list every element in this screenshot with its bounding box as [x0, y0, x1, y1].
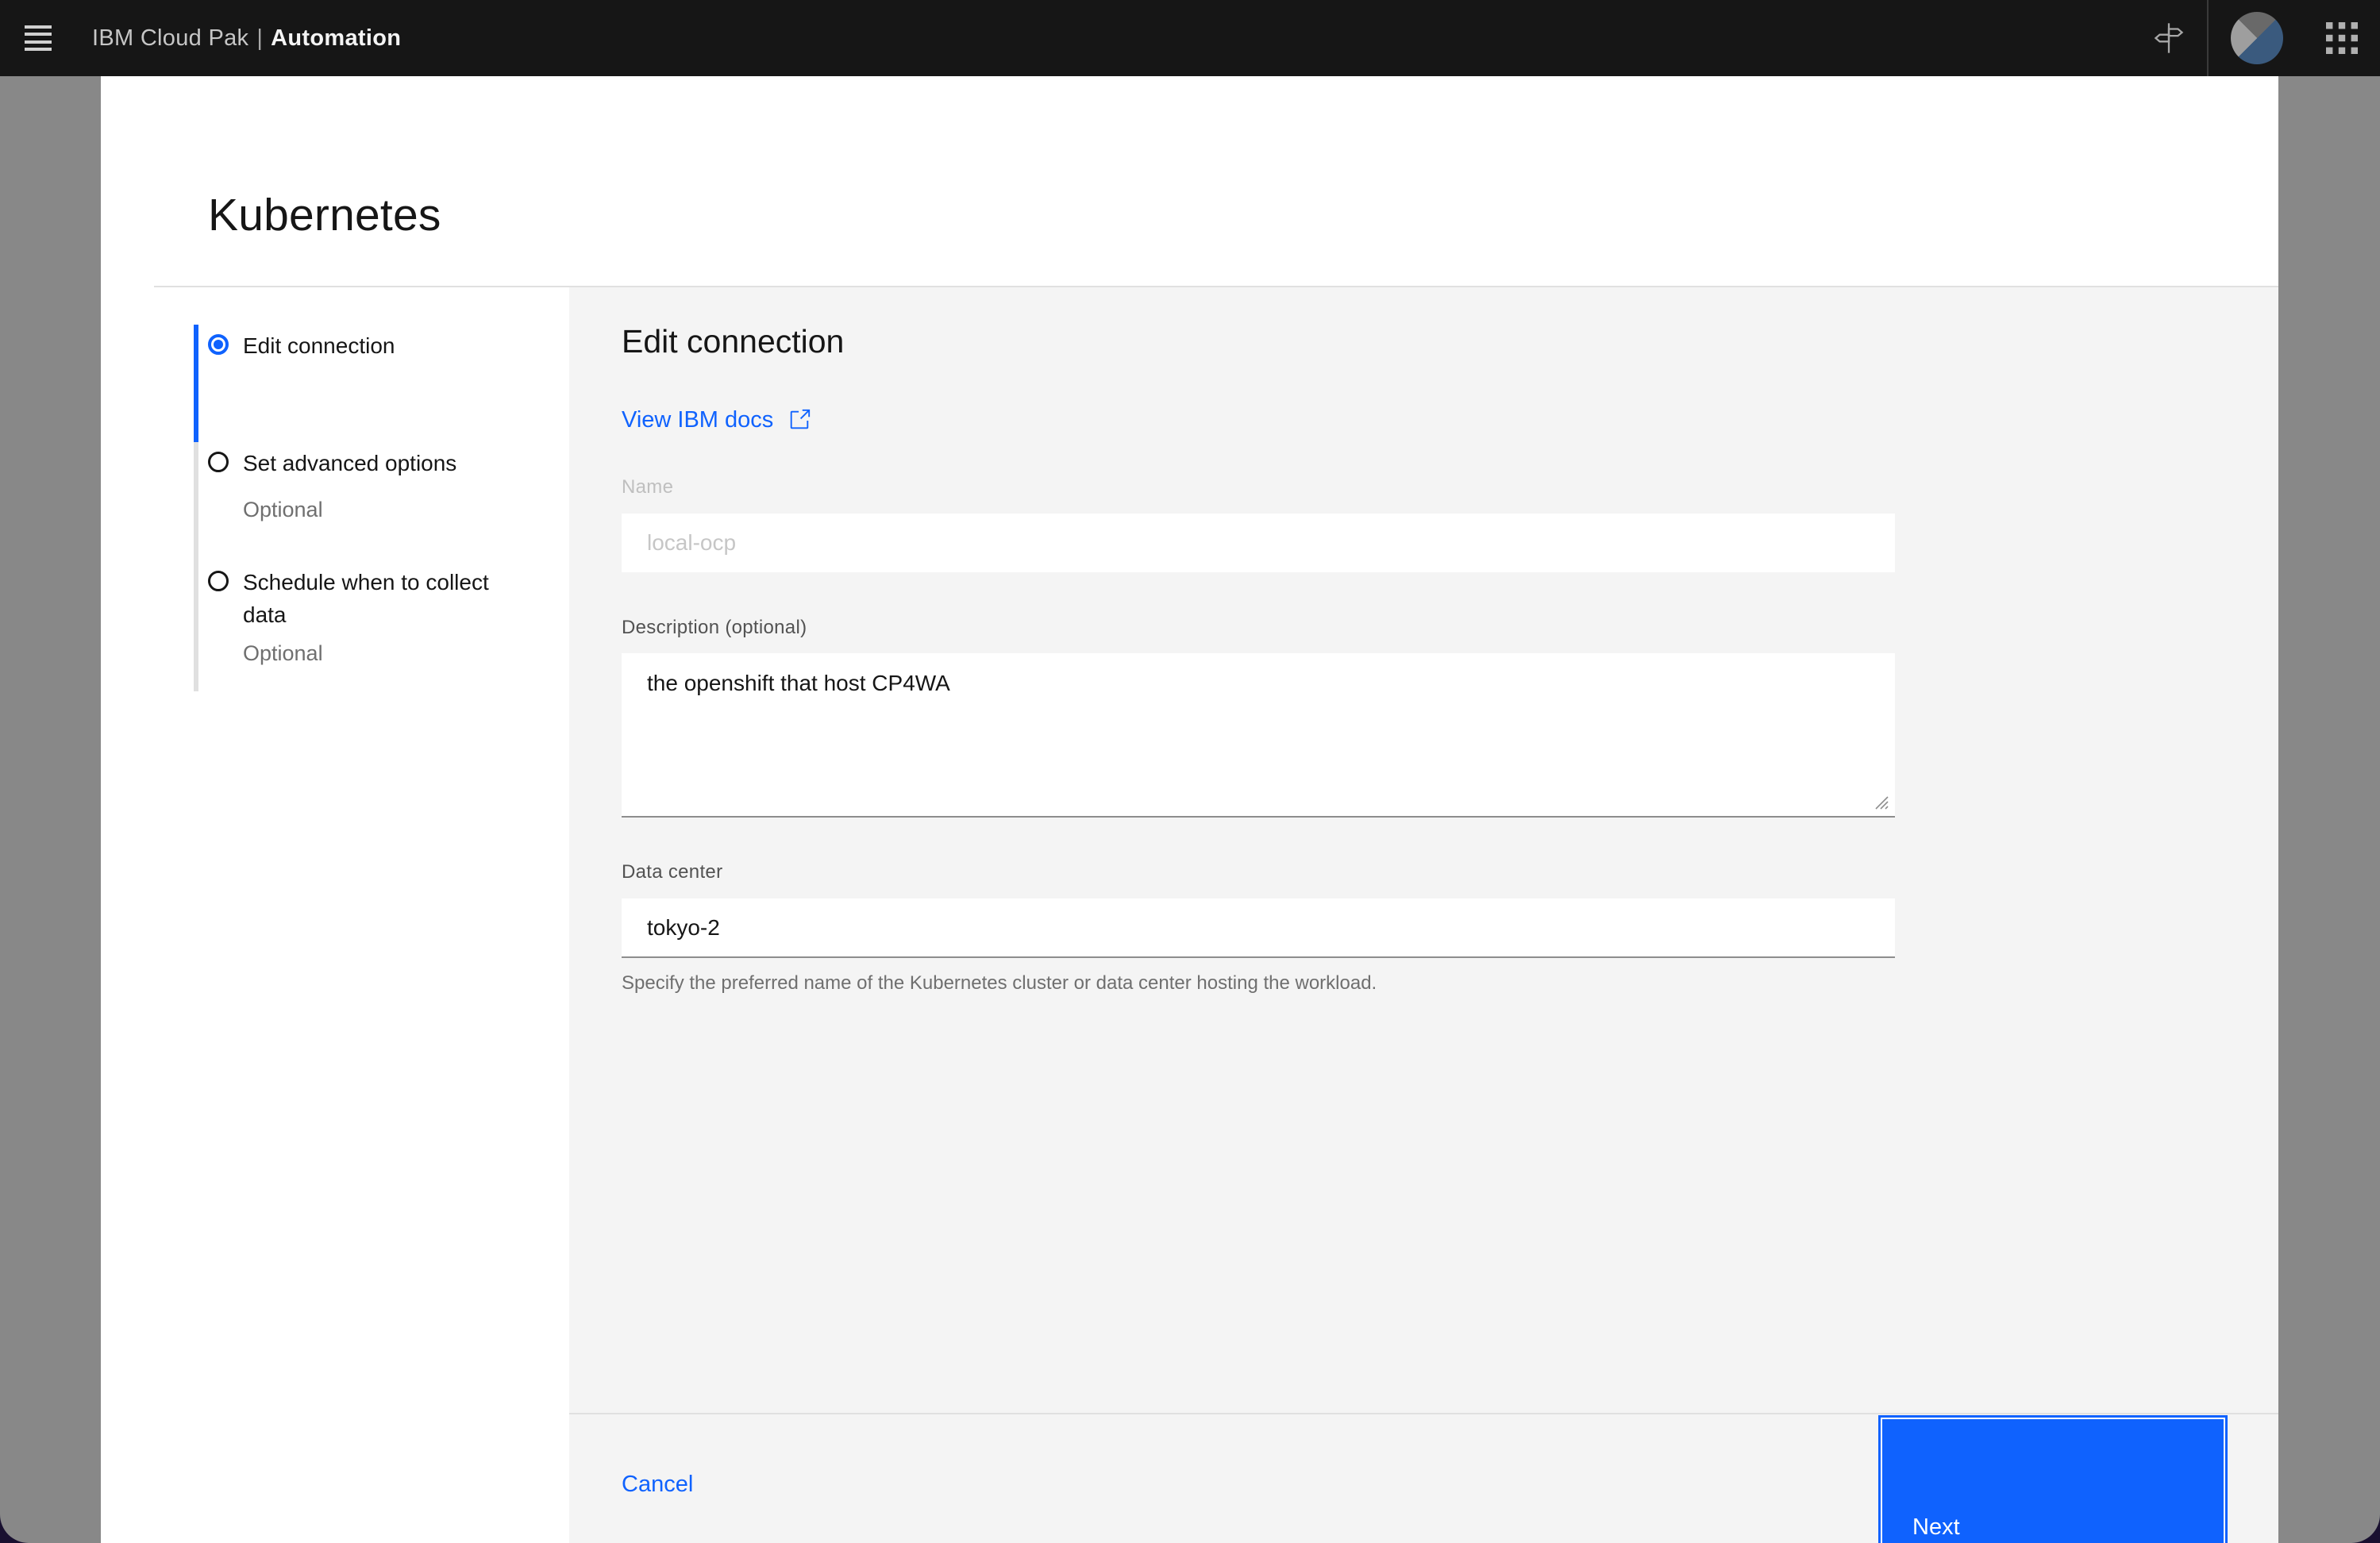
step-optional-tag: Optional [243, 498, 323, 521]
step-incomplete-radio-icon [208, 571, 229, 591]
name-input[interactable] [622, 514, 1895, 572]
step-edit-connection[interactable]: Edit connection [194, 325, 569, 442]
app-switcher-icon [2326, 22, 2358, 54]
data-center-field-group: Data center Specify the preferred name o… [622, 861, 1895, 995]
step-optional-tag: Optional [243, 641, 323, 665]
view-ibm-docs-label: View IBM docs [622, 406, 774, 433]
description-field-group: Description (optional) the openshift tha… [622, 617, 1895, 818]
step-current-radio-icon [208, 334, 229, 355]
step-label: Set advanced options [243, 451, 457, 475]
data-center-helper-text: Specify the preferred name of the Kubern… [622, 972, 1377, 994]
header-divider [2207, 0, 2209, 76]
launch-external-icon [791, 409, 811, 429]
step-schedule-collect-data[interactable]: Schedule when to collect data Optional [194, 561, 569, 691]
name-field-group: Name [622, 476, 1895, 572]
brand-prefix: IBM Cloud Pak [92, 25, 249, 51]
header-actions [2131, 0, 2380, 76]
step-label: Edit connection [243, 333, 395, 358]
modal-footer: Cancel Next [569, 1413, 2278, 1543]
app-switcher-button[interactable] [2304, 0, 2380, 76]
description-label: Description (optional) [622, 617, 807, 638]
header-brand: IBM Cloud Pak | Automation [92, 25, 401, 52]
step-incomplete-radio-icon [208, 452, 229, 472]
form-heading: Edit connection [622, 323, 845, 360]
wayfinding-button[interactable] [2131, 0, 2207, 76]
brand-separator: | [256, 25, 264, 51]
page-title: Kubernetes [208, 190, 441, 240]
step-label: Schedule when to collect data [243, 570, 489, 627]
signpost-icon [2154, 23, 2184, 53]
edit-connection-form: Edit connection View IBM docs Name Descr… [569, 287, 2278, 1543]
app-window: IBM Cloud Pak | Automation Kubernetes Ed… [0, 0, 2380, 1543]
progress-steps: Edit connection Set advanced options Opt… [101, 287, 569, 1543]
modal-body: Edit connection Set advanced options Opt… [101, 287, 2278, 1543]
next-button[interactable]: Next [1878, 1415, 2228, 1543]
cancel-button[interactable]: Cancel [622, 1472, 693, 1498]
step-set-advanced-options[interactable]: Set advanced options Optional [194, 442, 569, 561]
hamburger-menu-button[interactable] [0, 0, 76, 76]
brand-product: Automation [271, 25, 402, 51]
name-label: Name [622, 476, 674, 498]
data-center-input[interactable] [622, 898, 1895, 958]
global-header: IBM Cloud Pak | Automation [0, 0, 2380, 76]
hamburger-menu-icon [25, 25, 52, 51]
data-center-label: Data center [622, 861, 723, 883]
user-avatar[interactable] [2231, 12, 2283, 64]
description-textarea[interactable]: the openshift that host CP4WA [622, 653, 1895, 818]
kubernetes-tearsheet: Kubernetes Edit connection Set advanced … [101, 76, 2278, 1543]
view-ibm-docs-link[interactable]: View IBM docs [622, 406, 811, 434]
